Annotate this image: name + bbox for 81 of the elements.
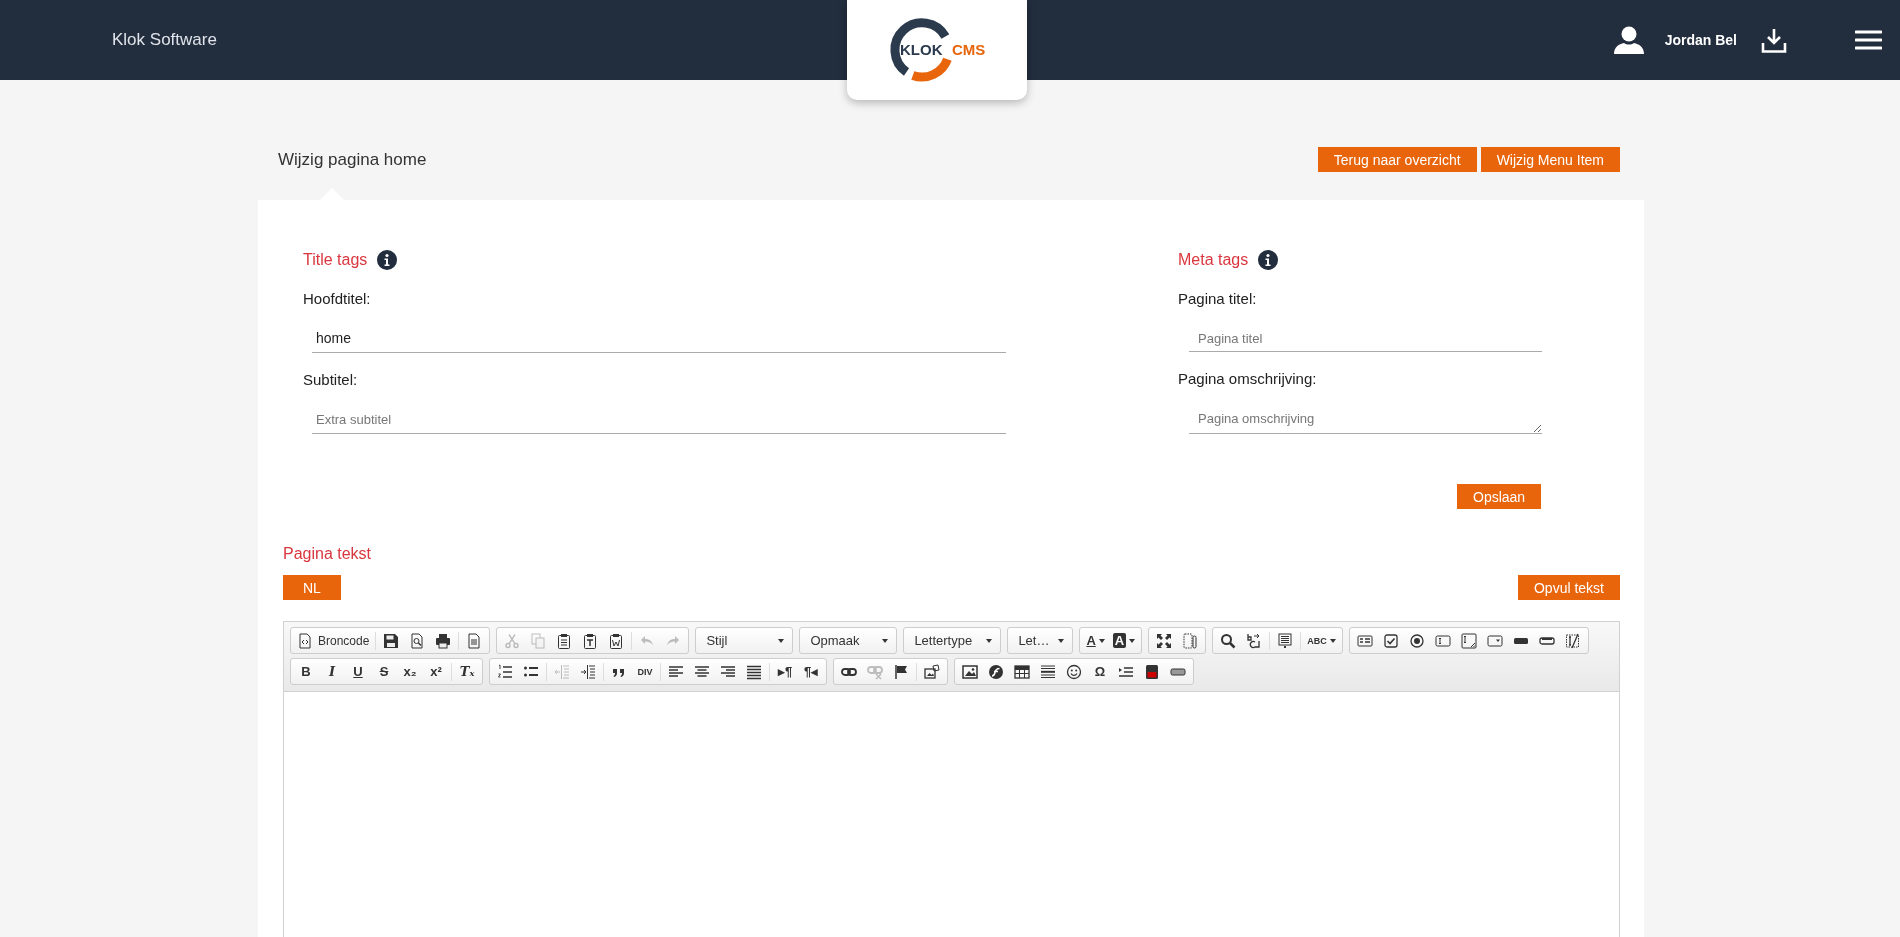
page-title: Wijzig pagina home xyxy=(278,149,427,170)
align-right-icon xyxy=(720,663,736,680)
toolbar-button[interactable]: A xyxy=(1082,629,1109,652)
user-name[interactable]: Jordan Bel xyxy=(1664,32,1737,48)
toolbar-button[interactable]: U xyxy=(345,660,371,683)
toolbar-button[interactable]: DIV xyxy=(632,660,658,683)
caret-icon xyxy=(882,638,889,643)
menu-icon[interactable] xyxy=(1855,30,1882,50)
caret-icon xyxy=(1058,638,1065,643)
brand-name: Klok Software xyxy=(112,30,217,50)
flag-icon xyxy=(893,663,909,680)
section-heading: Meta tags xyxy=(1178,251,1249,269)
align-justify-icon xyxy=(746,663,762,680)
toolbar-button[interactable]: x² xyxy=(423,660,449,683)
clipboard-word-icon xyxy=(608,632,625,649)
unlink-icon xyxy=(867,663,883,680)
field-label: Pagina titel: xyxy=(1178,289,1258,309)
toolbar-button[interactable]: Ω xyxy=(1087,660,1113,683)
toolbar-dropdown[interactable]: Opmaak xyxy=(802,629,895,652)
source-button[interactable]: Broncode xyxy=(293,629,374,652)
toolbar-button[interactable]: A xyxy=(1108,629,1140,652)
scissors-icon xyxy=(504,632,521,649)
select-icon xyxy=(1486,632,1503,649)
user-icon[interactable] xyxy=(1612,26,1645,54)
clipboard-text-icon xyxy=(582,632,599,649)
toolbar-button[interactable]: S xyxy=(371,660,397,683)
toolbar-button[interactable]: ABC xyxy=(1303,629,1340,652)
logo-text: CMS xyxy=(952,41,986,58)
toolbar-button[interactable]: x₂ xyxy=(397,660,423,683)
toolbar-button[interactable]: ¶◂ xyxy=(798,660,824,683)
info-icon xyxy=(1258,250,1279,270)
logo-card[interactable]: KLOK CMS xyxy=(847,0,1027,100)
magnifier-document-icon xyxy=(409,632,426,649)
caret-icon xyxy=(986,638,993,643)
checkbox-icon xyxy=(1382,632,1399,649)
field-label: Subtitel: xyxy=(303,370,359,390)
toolbar-button[interactable]: Tₓ xyxy=(454,660,480,683)
caret-icon xyxy=(778,638,785,643)
smiley-icon xyxy=(1066,663,1082,680)
expand-icon xyxy=(1156,632,1173,649)
hidden-field-icon xyxy=(1564,632,1581,649)
info-icon xyxy=(377,250,398,270)
printer-icon xyxy=(435,632,452,649)
toolbar-dropdown[interactable]: Stijl xyxy=(698,629,791,652)
form-icon xyxy=(1356,632,1373,649)
radio-icon xyxy=(1408,632,1425,649)
logo-text: KLOK xyxy=(900,41,943,58)
section-heading: Pagina tekst xyxy=(283,545,373,563)
field-label: Hoofdtitel: xyxy=(303,289,372,309)
flash-icon xyxy=(988,663,1004,680)
toolbar-button[interactable]: I xyxy=(319,660,345,683)
caret-icon xyxy=(1129,638,1136,643)
download-icon[interactable] xyxy=(1761,27,1787,53)
clipboard-icon xyxy=(556,632,573,649)
align-center-icon xyxy=(694,663,710,680)
document-icon xyxy=(466,632,483,649)
section-heading: Title tags xyxy=(303,251,368,269)
text-field-icon xyxy=(1434,632,1451,649)
replace-icon xyxy=(1246,632,1263,649)
text-area-icon xyxy=(1460,632,1477,649)
embed-icon xyxy=(924,663,940,680)
table-icon xyxy=(1014,663,1030,680)
outdent-icon xyxy=(554,663,570,680)
indent-icon xyxy=(580,663,596,680)
caret-icon xyxy=(1098,638,1105,643)
toolbar-button[interactable]: B xyxy=(293,660,319,683)
numbered-list-icon xyxy=(497,663,513,680)
toolbar-button[interactable]: ▸¶ xyxy=(772,660,798,683)
caret-icon xyxy=(1329,638,1336,643)
copy-icon xyxy=(530,632,547,649)
field-label: Pagina omschrijving: xyxy=(1178,369,1318,389)
blocks-icon xyxy=(1182,632,1199,649)
align-left-icon xyxy=(668,663,684,680)
toolbar-dropdown[interactable]: Lettertype xyxy=(906,629,999,652)
video-icon xyxy=(1144,663,1160,680)
toolbar-dropdown[interactable]: Let… xyxy=(1010,629,1071,652)
image-icon xyxy=(962,663,978,680)
code-document-icon xyxy=(297,632,313,649)
horizontal-line-icon xyxy=(1040,663,1056,680)
select-all-icon xyxy=(1277,632,1294,649)
search-icon xyxy=(1220,632,1237,649)
